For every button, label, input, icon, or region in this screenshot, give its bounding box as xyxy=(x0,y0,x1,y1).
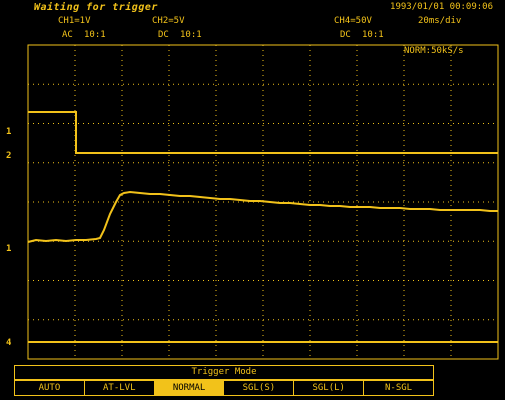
trigger-sgl-s-button[interactable]: SGL(S) xyxy=(224,381,295,395)
ch-marker-1: 1 xyxy=(6,127,12,137)
ch-marker-3: 1 xyxy=(6,244,12,254)
trigger-auto-button[interactable]: AUTO xyxy=(15,381,85,395)
trigger-mode-title: Trigger Mode xyxy=(14,365,434,380)
ch-marker-2: 2 xyxy=(6,151,12,161)
scope-grid xyxy=(27,44,499,360)
ch-marker-4: 4 xyxy=(6,338,12,348)
ch2-trace xyxy=(28,111,498,154)
trigger-normal-button[interactable]: NORMAL xyxy=(154,381,225,395)
trigger-at-lvl-button[interactable]: AT-LVL xyxy=(85,381,155,395)
trigger-sgl-l-button[interactable]: SGL(L) xyxy=(294,381,365,395)
trigger-n-sgl-button[interactable]: N-SGL xyxy=(364,381,433,395)
ch1-trace xyxy=(27,190,498,243)
oscilloscope-screen: Waiting for trigger 1993/01/01 00:09:06 … xyxy=(0,0,505,400)
trigger-mode-menu: AUTO AT-LVL NORMAL SGL(S) SGL(L) N-SGL xyxy=(14,380,434,396)
